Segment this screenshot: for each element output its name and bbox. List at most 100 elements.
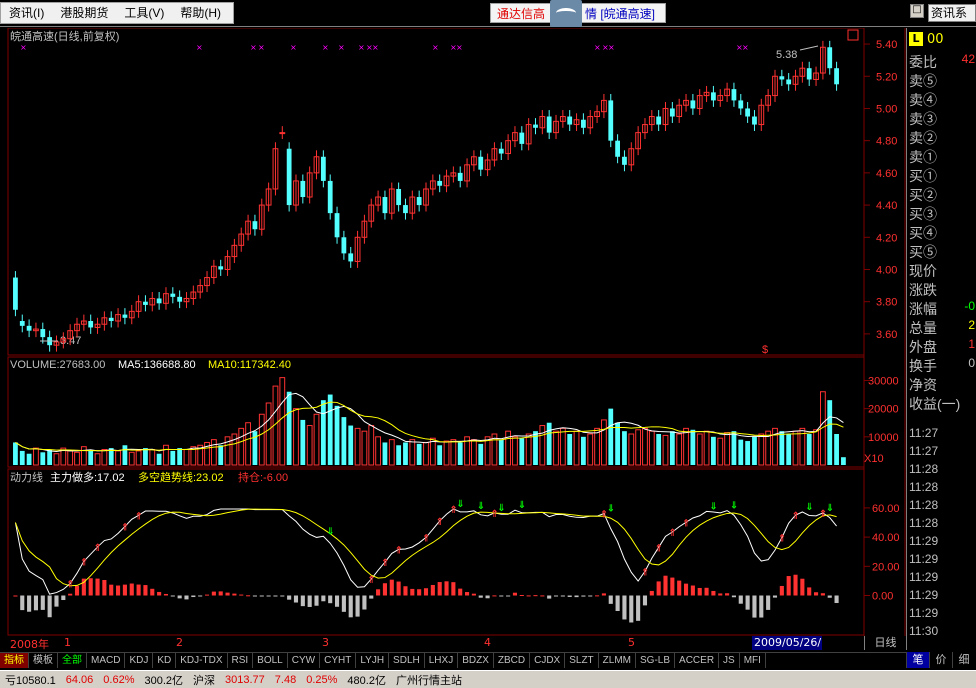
kline-chart[interactable]: 皖通高速(日线,前复权) VOLUME:27683.00 MA5:136688.…	[0, 28, 906, 636]
histogram-bar	[47, 595, 52, 618]
indicator-tab[interactable]: ZBCD	[494, 653, 531, 668]
volume-tick: 30000	[868, 375, 899, 387]
histogram-bar	[403, 586, 408, 596]
volume-bar	[143, 448, 148, 465]
volume-bar	[149, 449, 156, 466]
indicator-tab[interactable]: CYHT	[320, 653, 357, 668]
indicator-tab[interactable]: JS	[719, 653, 740, 668]
volume-bar	[786, 434, 792, 465]
volume-bar	[210, 439, 217, 466]
volume-bar	[33, 447, 39, 466]
quote-row: 现价	[909, 261, 975, 281]
histogram-bar	[225, 592, 230, 596]
indicator-tab[interactable]: 全部	[58, 653, 87, 668]
indicator-name: 动力线	[10, 470, 43, 484]
quote-row: 买④	[909, 223, 975, 243]
candle-body	[334, 213, 340, 238]
menu-item-hk-futures[interactable]: 港股期货	[52, 3, 116, 23]
candle-body	[403, 205, 408, 214]
indicator-tab[interactable]: LYJH	[356, 653, 390, 668]
indicator-tab[interactable]: LHXJ	[425, 653, 459, 668]
volume-bar	[834, 434, 839, 465]
histogram-bar	[690, 585, 695, 596]
volume-bar	[622, 431, 627, 465]
indicator-tab[interactable]: SG-LB	[636, 653, 676, 668]
histogram-bar	[191, 595, 196, 598]
candle-body	[382, 197, 388, 214]
detail-tab[interactable]: 细	[952, 652, 975, 668]
histogram-bar	[259, 595, 264, 597]
event-marker: ×	[358, 43, 365, 52]
volume-bar	[88, 450, 94, 465]
histogram-bar	[615, 595, 620, 612]
event-marker: ×	[290, 43, 297, 52]
buy-arrow-icon: ⇑	[422, 533, 430, 544]
volume-bar	[696, 433, 703, 466]
volume-bar	[519, 438, 525, 465]
indicator-tab[interactable]: MACD	[87, 653, 126, 668]
quote-label: 委比	[909, 54, 937, 70]
quote-row: 外盘 1	[909, 337, 975, 357]
histogram-bar	[150, 588, 155, 596]
candle-body	[156, 298, 162, 304]
histogram-bar	[772, 595, 778, 598]
histogram-bar	[102, 579, 107, 596]
indicator-tab[interactable]: MFI	[740, 653, 766, 668]
indicator-tab[interactable]: KDJ	[125, 653, 154, 668]
menu-item-help[interactable]: 帮助(H)	[172, 3, 229, 23]
volume-bar	[580, 436, 586, 465]
status-item: 64.06	[65, 673, 94, 686]
chart-area[interactable]: 皖通高速(日线,前复权) VOLUME:27683.00 MA5:136688.…	[0, 28, 906, 650]
tick-time: 11:28	[909, 498, 939, 512]
indicator-tick: 0.00	[872, 591, 893, 603]
event-marker: ×	[372, 43, 379, 52]
histogram-bar	[745, 595, 750, 610]
candle-body	[690, 100, 696, 109]
detail-tab[interactable]: 笔	[906, 652, 929, 668]
price-tick: 4.60	[876, 168, 897, 180]
volume-bar	[512, 436, 518, 466]
indicator-tab[interactable]: BOLL	[253, 653, 288, 668]
volume-bar	[635, 429, 642, 466]
histogram-bar	[341, 595, 346, 612]
period-selector[interactable]: 日线	[864, 636, 906, 650]
histogram-bar	[759, 595, 764, 618]
volume-bar	[717, 437, 724, 466]
volume-bar	[74, 451, 80, 466]
indicator-tab[interactable]: ZLMM	[599, 653, 637, 668]
indicator-tab[interactable]: CYW	[288, 653, 321, 668]
menu-item-tools[interactable]: 工具(V)	[116, 3, 172, 23]
indicator-tab[interactable]: KDJ-TDX	[176, 653, 228, 668]
indicator-tab[interactable]: BDZX	[458, 653, 494, 668]
volume-ma5-label: MA5:136688.80	[118, 359, 196, 371]
histogram-bar	[88, 578, 93, 596]
histogram-bar	[74, 585, 80, 596]
indicator-tab[interactable]: CJDX	[530, 653, 566, 668]
restore-icon[interactable]	[847, 29, 859, 41]
histogram-bar	[738, 595, 743, 604]
menu-item-zixun[interactable]: 资讯(I)	[1, 3, 52, 23]
indicator-tab[interactable]: 模板	[29, 653, 58, 668]
candle-body	[478, 156, 484, 170]
volume-bar	[827, 400, 833, 465]
indicator-tab[interactable]: KD	[153, 653, 177, 668]
histogram-bar	[273, 595, 278, 597]
indicator-tab[interactable]: SLZT	[565, 653, 599, 668]
indicator-tab[interactable]: SDLH	[389, 653, 425, 668]
histogram-bar	[170, 595, 175, 597]
event-marker: ×	[742, 43, 749, 52]
indicator-tab[interactable]: 指标	[0, 653, 29, 668]
indicator-tab[interactable]: RSI	[228, 653, 254, 668]
title-stock-name: 情 [皖通高速]	[585, 6, 656, 21]
histogram-bar	[547, 595, 552, 599]
info-system-button[interactable]: 资讯系	[928, 4, 976, 22]
volume-bar	[334, 405, 340, 465]
volume-bar	[156, 453, 162, 465]
x-axis-month: 1	[64, 636, 71, 649]
histogram-bar	[704, 587, 709, 596]
indicator-tab[interactable]: ACCER	[675, 653, 720, 668]
detail-tab[interactable]: 价	[929, 652, 952, 668]
minimize-icon[interactable]: □	[910, 4, 924, 18]
histogram-bar	[423, 588, 429, 596]
indicator-tick: 40.00	[872, 532, 900, 544]
